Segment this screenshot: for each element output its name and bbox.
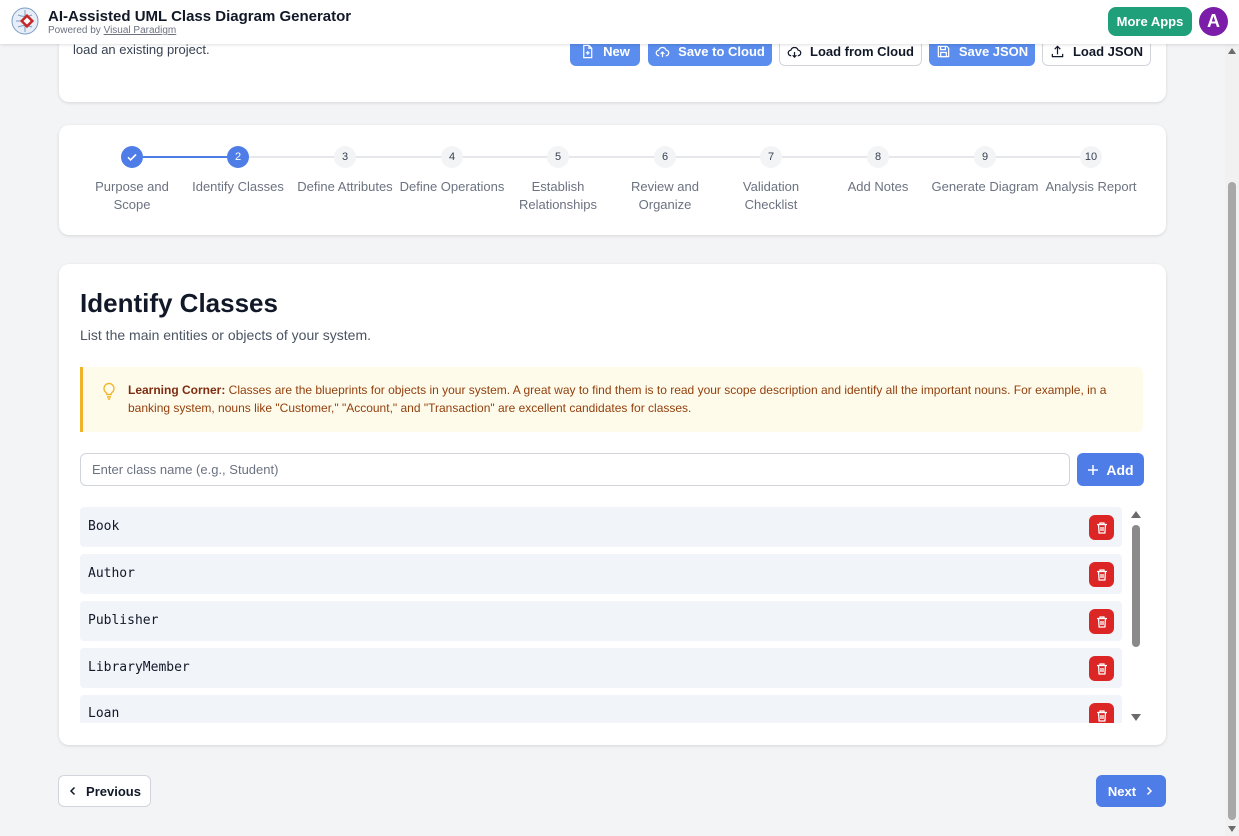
check-icon — [127, 153, 137, 162]
page-scroll-up-icon[interactable] — [1228, 48, 1236, 54]
step-connector-7 — [782, 156, 878, 158]
step-3-label[interactable]: Define Attributes — [290, 178, 400, 196]
step-6-dot[interactable]: 6 — [654, 146, 676, 168]
page-scrollbar[interactable] — [1225, 44, 1239, 836]
save-icon — [937, 45, 950, 57]
load-from-cloud-label: Load from Cloud — [810, 43, 914, 59]
class-item[interactable]: Book — [80, 507, 1122, 547]
step-7-dot[interactable]: 7 — [760, 146, 782, 168]
learning-corner-text: Learning Corner: Classes are the bluepri… — [128, 381, 1133, 417]
project-description: load an existing project. — [73, 42, 210, 57]
step-5-dot[interactable]: 5 — [547, 146, 569, 168]
class-name: Publisher — [88, 613, 159, 628]
trash-icon — [1096, 568, 1107, 581]
add-class-label: Add — [1106, 461, 1134, 478]
trash-icon — [1096, 662, 1107, 675]
step-connector-4 — [463, 156, 558, 158]
step-8-label[interactable]: Add Notes — [823, 178, 933, 196]
cloud-download-icon — [787, 46, 802, 58]
powered-by-prefix: Powered by — [48, 25, 101, 36]
step-10-dot[interactable]: 10 — [1080, 146, 1102, 168]
step-1-label[interactable]: Purpose and Scope — [77, 178, 187, 214]
step-1-dot[interactable] — [121, 146, 143, 168]
new-file-icon — [583, 44, 593, 58]
class-name: Loan — [88, 706, 120, 721]
class-name-input[interactable] — [80, 453, 1070, 486]
step-connector-9 — [996, 156, 1091, 158]
trash-icon — [1096, 709, 1107, 722]
add-class-button[interactable]: Add — [1077, 453, 1144, 486]
page-subtitle: List the main entities or objects of you… — [80, 327, 372, 343]
page-title: Identify Classes — [80, 288, 278, 318]
step-8-dot[interactable]: 8 — [867, 146, 889, 168]
step-9-dot[interactable]: 9 — [974, 146, 996, 168]
powered-by: Powered by Visual Paradigm — [48, 25, 176, 36]
class-name: Book — [88, 519, 120, 534]
save-json-label: Save JSON — [958, 43, 1029, 59]
delete-class-button[interactable] — [1089, 703, 1114, 723]
trash-icon — [1096, 615, 1107, 628]
app-title: AI-Assisted UML Class Diagram Generator — [48, 8, 352, 25]
app-logo-icon — [11, 7, 39, 35]
step-7-label[interactable]: Validation Checklist — [716, 178, 826, 214]
delete-class-button[interactable] — [1089, 562, 1114, 587]
previous-button[interactable]: Previous — [58, 775, 151, 807]
learning-corner-body: Classes are the blueprints for objects i… — [128, 383, 1107, 415]
step-connector-8 — [889, 156, 985, 158]
class-item[interactable]: Author — [80, 554, 1122, 594]
chevron-left-icon — [69, 786, 76, 796]
identify-classes-card: Identify Classes List the main entities … — [59, 264, 1166, 745]
chevron-right-icon — [1147, 786, 1153, 796]
upload-icon — [1051, 44, 1064, 57]
step-connector-5 — [569, 156, 665, 158]
load-json-label: Load JSON — [1072, 43, 1144, 59]
delete-class-button[interactable] — [1089, 515, 1114, 540]
scroll-up-icon[interactable] — [1131, 511, 1141, 518]
avatar[interactable]: A — [1199, 7, 1228, 36]
delete-class-button[interactable] — [1089, 609, 1114, 634]
step-connector-1 — [143, 156, 238, 158]
delete-class-button[interactable] — [1089, 656, 1114, 681]
plus-icon — [1088, 464, 1099, 475]
page-scroll-thumb[interactable] — [1228, 182, 1236, 820]
next-label: Next — [1107, 783, 1137, 799]
class-name: Author — [88, 566, 135, 581]
step-4-dot[interactable]: 4 — [441, 146, 463, 168]
more-apps-button[interactable]: More Apps — [1108, 7, 1192, 36]
new-button-label: New — [603, 43, 630, 59]
class-list-scroll-thumb[interactable] — [1132, 525, 1140, 647]
class-item[interactable]: LibraryMember — [80, 648, 1122, 688]
page-scroll-down-icon[interactable] — [1228, 826, 1236, 832]
cloud-upload-icon — [655, 46, 670, 57]
step-connector-6 — [676, 156, 772, 158]
step-2-label[interactable]: Identify Classes — [183, 178, 293, 196]
learning-corner: Learning Corner: Classes are the bluepri… — [80, 367, 1143, 432]
save-to-cloud-label: Save to Cloud — [678, 43, 765, 59]
previous-label: Previous — [86, 783, 141, 799]
scroll-down-icon[interactable] — [1131, 714, 1141, 721]
class-list-scrollbar[interactable] — [1130, 509, 1142, 721]
next-button[interactable]: Next — [1096, 775, 1166, 807]
visual-paradigm-link[interactable]: Visual Paradigm — [104, 25, 177, 36]
trash-icon — [1096, 521, 1107, 534]
class-name: LibraryMember — [88, 660, 190, 675]
class-item[interactable]: Publisher — [80, 601, 1122, 641]
step-4-label[interactable]: Define Operations — [397, 178, 507, 196]
class-item[interactable]: Loan — [80, 695, 1122, 723]
step-6-label[interactable]: Review and Organize — [610, 178, 720, 214]
step-9-label[interactable]: Generate Diagram — [930, 178, 1040, 196]
step-3-dot[interactable]: 3 — [334, 146, 356, 168]
learning-corner-label: Learning Corner: — [128, 383, 226, 397]
class-list[interactable]: Book Author Publisher LibraryMember Loan — [80, 507, 1124, 723]
step-2-dot[interactable]: 2 — [227, 146, 249, 168]
step-10-label[interactable]: Analysis Report — [1036, 178, 1146, 196]
lightbulb-icon — [103, 382, 115, 400]
step-connector-3 — [356, 156, 452, 158]
app-bar: AI-Assisted UML Class Diagram Generator … — [0, 0, 1239, 44]
stepper: Purpose and Scope 2 Identify Classes 3 D… — [59, 125, 1166, 235]
step-5-label[interactable]: Establish Relationships — [503, 178, 613, 214]
step-connector-2 — [249, 156, 345, 158]
